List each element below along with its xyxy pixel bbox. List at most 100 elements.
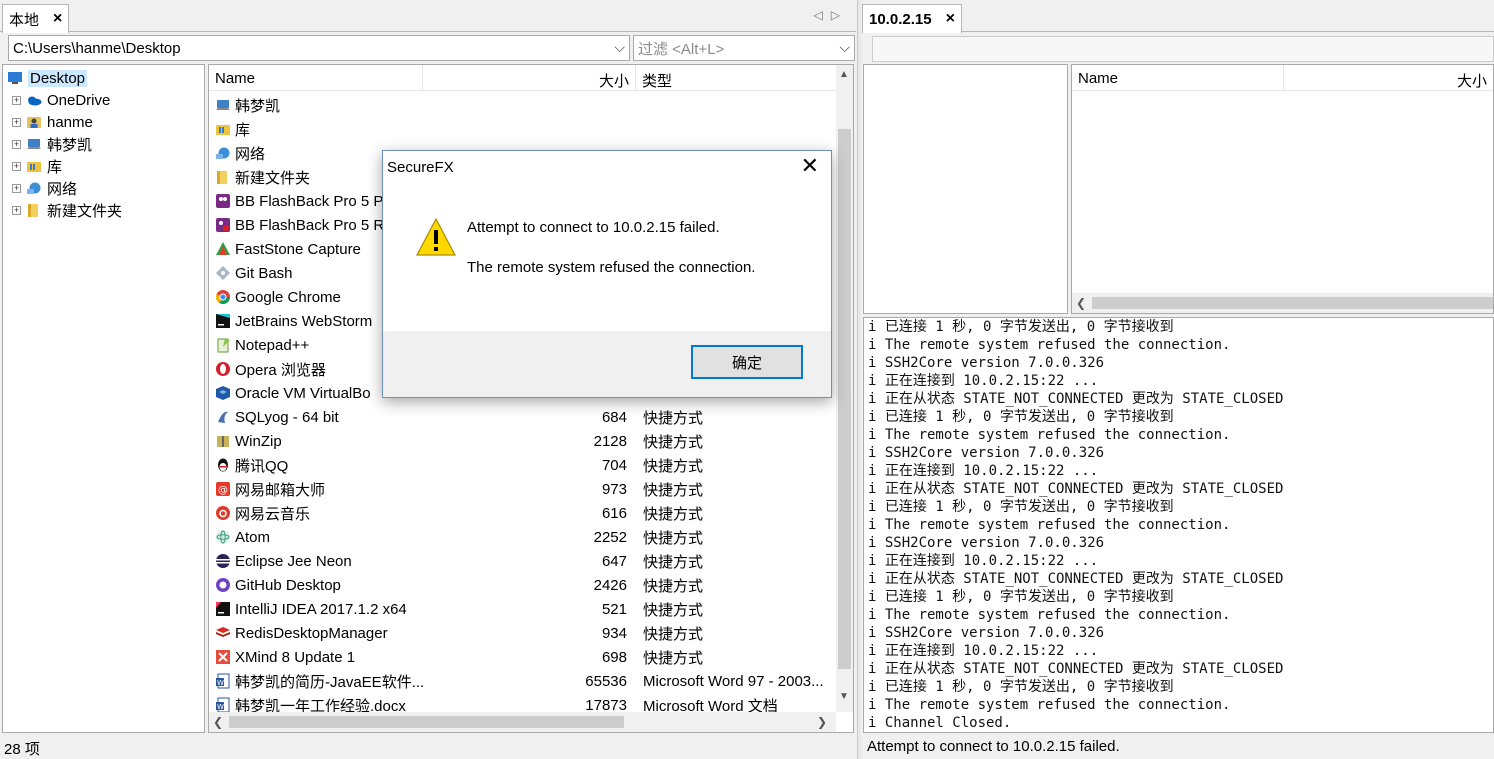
expand-icon[interactable]: + (12, 95, 21, 105)
file-row[interactable]: 腾讯QQ 704 快捷方式 (209, 453, 839, 477)
file-name: SQLyog - 64 bit (235, 408, 339, 426)
bbflashback-icon (215, 193, 231, 209)
hscroll-thumb[interactable] (229, 716, 624, 728)
log-line: i 已连接 1 秒, 0 字节发送出, 0 字节接收到 (868, 589, 1174, 605)
remote-folder-tree[interactable] (863, 64, 1068, 314)
local-path-input[interactable]: C:\Users\hanme\Desktop ⌵ (8, 35, 630, 61)
ok-button[interactable]: 确定 (691, 345, 803, 379)
tree-item-label: 韩梦凯 (47, 136, 93, 154)
file-name: XMind 8 Update 1 (235, 648, 356, 666)
file-row[interactable]: Atom 2252 快捷方式 (209, 525, 839, 549)
tree-item[interactable]: + hanme (12, 111, 93, 133)
file-name: GitHub Desktop (235, 576, 341, 594)
tree-item[interactable]: + 网络 (12, 177, 77, 199)
scroll-left-icon[interactable]: ❮ (213, 715, 223, 729)
tree-item[interactable]: Desktop (7, 67, 88, 89)
file-row[interactable]: 库 (209, 117, 839, 141)
expand-icon[interactable]: + (12, 183, 21, 193)
column-header-name[interactable]: Name (209, 65, 423, 90)
file-row[interactable]: Eclipse Jee Neon 647 快捷方式 (209, 549, 839, 573)
file-row[interactable]: 韩梦凯 (209, 93, 839, 117)
scroll-right-icon[interactable]: ❯ (817, 715, 827, 729)
file-size: 2426 (593, 576, 627, 594)
file-name: 腾讯QQ (235, 457, 289, 475)
file-type: 快捷方式 (643, 433, 704, 451)
mail-master-icon: @ (215, 481, 231, 497)
library-icon (26, 158, 42, 174)
filter-placeholder: 过滤 <Alt+L> (638, 40, 725, 58)
file-row[interactable]: @ 网易邮箱大师 973 快捷方式 (209, 477, 839, 501)
file-size: 616 (601, 504, 627, 522)
remote-pane: 10.0.2.15 × Name 大小 ❮ i 已连接 1 秒, 0 字节发送出… (862, 0, 1494, 759)
file-row[interactable]: XMind 8 Update 1 698 快捷方式 (209, 645, 839, 669)
file-name: 韩梦凯 (235, 97, 281, 115)
file-row[interactable]: W 韩梦凯一年工作经验.docx 17873 Microsoft Word 文档 (209, 693, 839, 712)
file-list-vscrollbar[interactable]: ▲ ▼ (836, 65, 853, 712)
dialog-message-primary: Attempt to connect to 10.0.2.15 failed. (467, 219, 720, 236)
log-line: i Channel Closed. (868, 715, 1012, 731)
close-icon[interactable]: × (53, 11, 62, 27)
column-header-size[interactable]: 大小 (423, 65, 636, 90)
tab-remote[interactable]: 10.0.2.15 × (862, 4, 962, 33)
remote-tabbar: 10.0.2.15 × (862, 0, 1494, 33)
file-row[interactable]: 网易云音乐 616 快捷方式 (209, 501, 839, 525)
expand-icon[interactable]: + (12, 117, 21, 127)
filter-input[interactable]: 过滤 <Alt+L> ⌵ (633, 35, 855, 61)
svg-text:W: W (217, 703, 224, 711)
tree-item[interactable]: + 韩梦凯 (12, 133, 92, 155)
dialog-title: SecureFX (387, 159, 454, 176)
tab-scroll-arrows[interactable]: ◁▷ (814, 8, 848, 22)
file-row[interactable]: IntelliJ IDEA 2017.1.2 x64 521 快捷方式 (209, 597, 839, 621)
file-row[interactable]: GitHub Desktop 2426 快捷方式 (209, 573, 839, 597)
scroll-left-icon[interactable]: ❮ (1076, 296, 1086, 310)
file-type: Microsoft Word 97 - 2003... (643, 672, 824, 690)
tree-item[interactable]: + 新建文件夹 (12, 199, 122, 221)
file-name: Oracle VM VirtualBo (235, 384, 371, 402)
remote-status-text: Attempt to connect to 10.0.2.15 failed. (867, 738, 1120, 755)
tree-item-label: OneDrive (47, 91, 111, 109)
hscroll-thumb[interactable] (1092, 297, 1493, 309)
scroll-down-icon[interactable]: ▼ (839, 691, 849, 702)
file-row[interactable]: SQLyog - 64 bit 684 快捷方式 (209, 405, 839, 429)
file-row[interactable]: RedisDesktopManager 934 快捷方式 (209, 621, 839, 645)
scroll-up-icon[interactable]: ▲ (839, 69, 849, 80)
tree-item[interactable]: + 库 (12, 155, 62, 177)
file-list-hscrollbar[interactable]: ❮ ❯ (209, 712, 836, 732)
expand-icon[interactable]: + (12, 205, 21, 215)
close-icon[interactable]: ✕ (801, 155, 819, 177)
connection-log[interactable]: i 已连接 1 秒, 0 字节发送出, 0 字节接收到 i The remote … (863, 317, 1494, 733)
expand-icon[interactable]: + (12, 161, 21, 171)
log-line: i 正在从状态 STATE_NOT_CONNECTED 更改为 STATE_CL… (868, 571, 1284, 587)
log-line: i The remote system refused the connecti… (868, 607, 1231, 623)
file-type: 快捷方式 (643, 481, 704, 499)
svg-text:W: W (217, 679, 224, 687)
remote-column-header-size[interactable]: 大小 (1284, 65, 1493, 90)
file-row[interactable]: W 韩梦凯的简历-JavaEE软件... 65536 Microsoft Word 9… (209, 669, 839, 693)
expand-icon[interactable]: + (12, 139, 21, 149)
dialog-message-secondary: The remote system refused the connection… (467, 259, 756, 276)
column-header-type[interactable]: 类型 (636, 65, 834, 90)
file-row[interactable]: WinZip 2128 快捷方式 (209, 429, 839, 453)
remote-file-list[interactable]: Name 大小 ❮ (1071, 64, 1494, 314)
folder-icon (26, 202, 42, 218)
user-folder-icon (26, 114, 42, 130)
file-size: 17873 (585, 696, 627, 713)
file-type: Microsoft Word 文档 (643, 697, 778, 713)
word-doc-icon: W (215, 673, 231, 689)
word-docx-icon: W (215, 697, 231, 712)
pane-splitter[interactable] (857, 0, 861, 759)
vscroll-thumb[interactable] (838, 129, 851, 669)
remote-path-input[interactable] (872, 36, 1494, 62)
folder-tree[interactable]: Desktop + OneDrive + hanme + 韩梦凯 + 库 + 网络 + 新建文件夹 (2, 64, 205, 733)
chevron-down-icon[interactable]: ⌵ (614, 39, 625, 56)
close-icon[interactable]: × (946, 11, 955, 27)
file-type: 快捷方式 (643, 649, 704, 667)
tree-item[interactable]: + OneDrive (12, 89, 110, 111)
file-name: 韩梦凯一年工作经验.docx (235, 697, 406, 713)
chevron-down-icon[interactable]: ⌵ (839, 39, 850, 56)
tab-local[interactable]: 本地 × (2, 4, 70, 33)
file-type: 快捷方式 (643, 457, 704, 475)
remote-hscrollbar[interactable]: ❮ (1072, 293, 1493, 313)
remote-column-header-name[interactable]: Name (1072, 65, 1285, 90)
file-name: WinZip (235, 432, 282, 450)
